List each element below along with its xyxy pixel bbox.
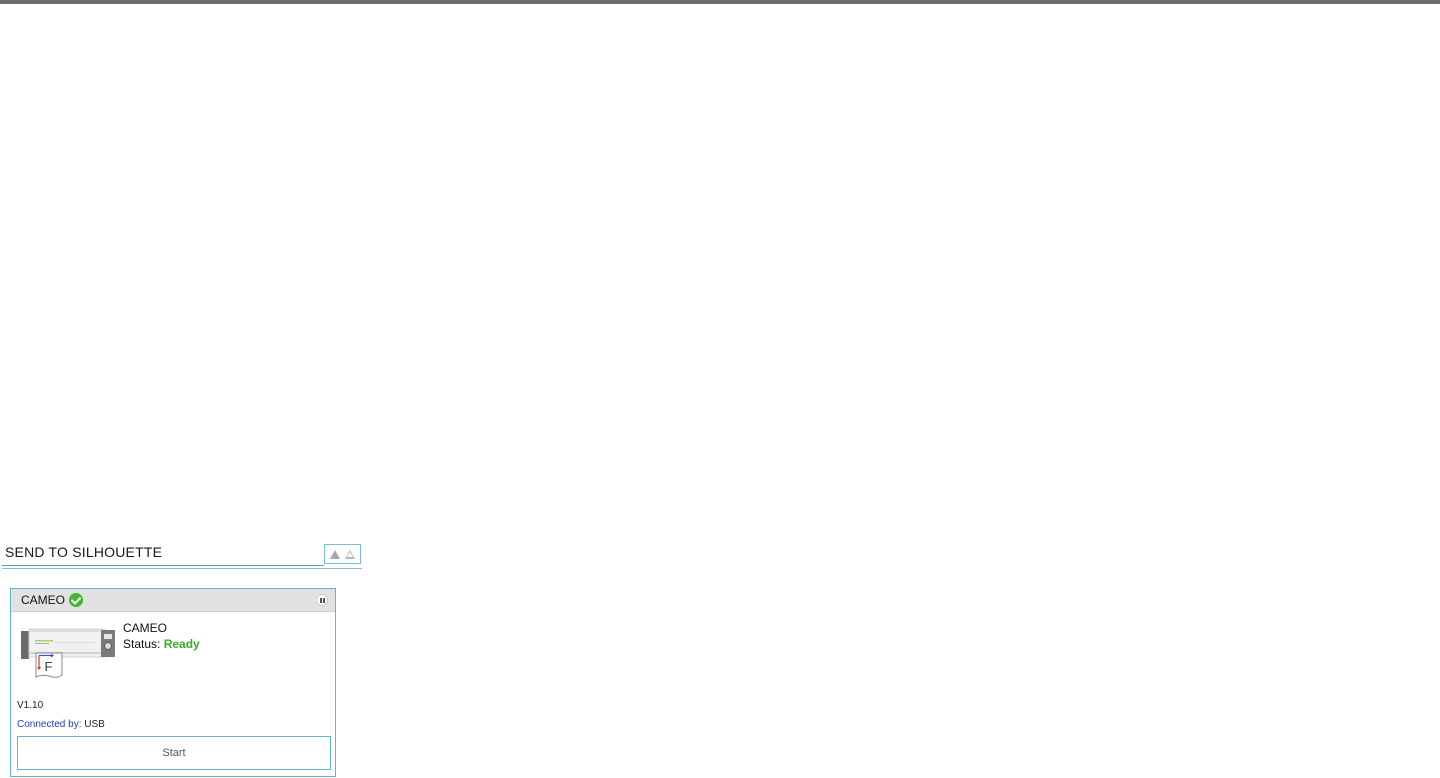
pause-button[interactable] (316, 594, 328, 606)
send-to-silhouette-panel-header: SEND TO SILHOUETTE (2, 544, 362, 570)
check-circle-icon (69, 593, 83, 607)
device-model-name: CAMEO (123, 621, 168, 635)
panel-title-underline (2, 565, 324, 566)
start-button[interactable]: Start (17, 736, 331, 770)
connected-by-value: USB (84, 719, 105, 730)
device-card-header: CAMEO (11, 589, 335, 612)
panel-collapse-controls (324, 544, 361, 564)
collapse-up-outline-icon[interactable] (345, 549, 355, 559)
panel-title: SEND TO SILHOUETTE (5, 544, 163, 560)
connected-by-label: Connected by: (17, 719, 82, 730)
device-card-cameo: CAMEO F CAMEO Status: Ready V1.10 Connec… (10, 588, 336, 777)
status-value: Ready (163, 637, 200, 651)
status-label: Status: (123, 637, 161, 651)
window-top-bar (0, 0, 1440, 4)
svg-text:F: F (45, 659, 53, 674)
panel-header-divider (2, 568, 362, 569)
device-status: Status: Ready (123, 637, 200, 651)
cameo-cutter-image: F (21, 628, 115, 678)
device-header-name: CAMEO (21, 593, 66, 607)
collapse-up-filled-icon[interactable] (330, 549, 340, 559)
firmware-version: V1.10 (17, 700, 44, 711)
connection-info: Connected by: USB (17, 719, 105, 730)
